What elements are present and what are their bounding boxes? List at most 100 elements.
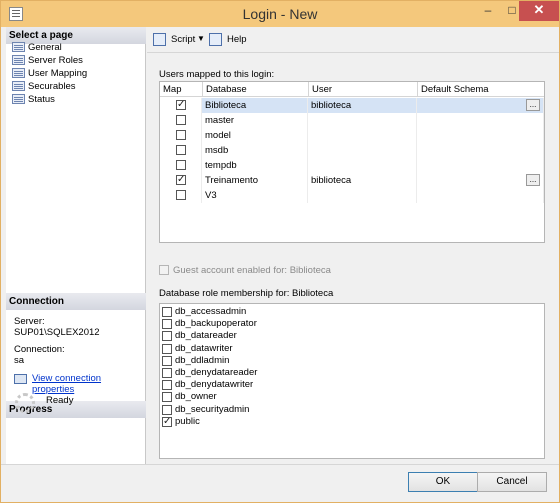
column-header-map: Map (163, 84, 182, 95)
role-label: db_denydatawriter (175, 379, 254, 391)
close-button[interactable]: ✕ (519, 1, 559, 21)
role-checkbox[interactable] (162, 404, 172, 415)
map-checkbox[interactable]: ✓ (176, 175, 186, 185)
role-membership-label: Database role membership for: Biblioteca (159, 288, 334, 299)
guest-account-label: Guest account enabled for: Biblioteca (173, 265, 331, 276)
role-label: db_backupoperator (175, 318, 257, 330)
page-icon (12, 42, 25, 52)
browse-schema-button[interactable]: ... (526, 174, 540, 186)
column-divider (308, 82, 309, 97)
column-header-default-schema: Default Schema (421, 84, 489, 95)
users-mapped-label: Users mapped to this login: (159, 69, 275, 80)
cancel-button[interactable]: Cancel (477, 472, 547, 492)
help-button[interactable]: Help (209, 32, 247, 48)
default-schema-cell[interactable] (417, 143, 544, 158)
role-checkbox[interactable] (162, 331, 172, 342)
user-cell[interactable] (308, 158, 417, 173)
script-label: Script (171, 34, 196, 45)
role-checkbox[interactable] (162, 368, 172, 378)
role-item[interactable]: db_securityadmin (162, 404, 249, 416)
role-item[interactable]: ✓ public (162, 416, 200, 428)
role-label: db_ddladmin (175, 354, 230, 366)
grid-header: Map Database User Default Schema (160, 82, 544, 97)
table-row[interactable]: ✓ Treinamento biblioteca... (160, 173, 544, 188)
map-cell (160, 113, 202, 128)
role-checkbox[interactable] (162, 343, 172, 354)
map-checkbox[interactable] (176, 130, 186, 140)
ok-button[interactable]: OK (408, 472, 478, 492)
role-checkbox[interactable] (162, 380, 172, 391)
default-schema-cell[interactable]: ... (417, 98, 544, 113)
table-row[interactable]: tempdb (160, 158, 544, 173)
table-row[interactable]: master (160, 113, 544, 128)
sidebar-item-securables[interactable]: Securables (10, 80, 76, 93)
table-row[interactable]: ✓ Biblioteca biblioteca... (160, 98, 544, 113)
map-checkbox[interactable] (176, 145, 186, 155)
browse-schema-button[interactable]: ... (526, 99, 540, 111)
role-checkbox[interactable]: ✓ (162, 416, 172, 427)
script-icon (153, 33, 166, 46)
map-checkbox[interactable] (176, 115, 186, 125)
title-bar: Login - New – □ ✕ (1, 1, 559, 27)
server-value: SUP01\SQLEX2012 (14, 327, 100, 338)
user-cell[interactable] (308, 188, 417, 203)
sidebar-item-server-roles[interactable]: Server Roles (10, 54, 83, 67)
role-membership-list: db_accessadmin db_backupoperator db_datare… (159, 303, 545, 459)
table-row[interactable]: model (160, 128, 544, 143)
database-cell: master (202, 113, 308, 128)
help-label: Help (227, 34, 247, 45)
guest-checkbox (159, 265, 169, 275)
role-checkbox[interactable] (162, 319, 172, 330)
user-cell[interactable] (308, 113, 417, 128)
role-checkbox[interactable] (162, 355, 172, 366)
table-row[interactable]: V3 (160, 188, 544, 203)
default-schema-cell[interactable]: ... (417, 173, 544, 188)
role-item[interactable]: db_datawriter (162, 343, 233, 355)
page-icon (12, 81, 25, 91)
map-checkbox[interactable] (176, 160, 186, 170)
sidebar-item-label: Server Roles (28, 55, 83, 66)
database-cell: model (202, 128, 308, 143)
role-checkbox[interactable] (162, 307, 172, 317)
map-checkbox[interactable] (176, 190, 186, 200)
role-label: db_owner (175, 391, 217, 403)
user-cell[interactable] (308, 128, 417, 143)
role-item[interactable]: db_owner (162, 391, 217, 403)
database-cell: tempdb (202, 158, 308, 173)
role-item[interactable]: db_backupoperator (162, 318, 257, 330)
user-cell[interactable]: biblioteca (308, 173, 417, 188)
default-schema-cell[interactable] (417, 158, 544, 173)
sidebar-item-label: User Mapping (28, 68, 88, 79)
role-checkbox[interactable] (162, 392, 172, 403)
role-item[interactable]: db_datareader (162, 330, 237, 342)
view-connection-properties-link[interactable]: View connection properties (14, 373, 145, 395)
sidebar-item-status[interactable]: Status (10, 93, 55, 106)
column-header-database: Database (206, 84, 247, 95)
role-item[interactable]: db_denydatareader (162, 367, 257, 379)
sidebar-item-general[interactable]: General (10, 41, 62, 54)
default-schema-cell[interactable] (417, 188, 544, 203)
link-label: View connection properties (32, 373, 102, 395)
map-cell: ✓ (160, 173, 202, 188)
sidebar-item-label: Status (28, 94, 55, 105)
user-cell[interactable] (308, 143, 417, 158)
role-item[interactable]: db_accessadmin (162, 306, 246, 318)
script-button[interactable]: Script (153, 32, 195, 48)
user-cell[interactable]: biblioteca (308, 98, 417, 113)
role-item[interactable]: db_denydatawriter (162, 379, 253, 391)
role-label: public (175, 415, 200, 427)
map-cell (160, 143, 202, 158)
properties-icon (14, 374, 27, 384)
default-schema-cell[interactable] (417, 128, 544, 143)
sidebar-item-user-mapping[interactable]: User Mapping (10, 67, 87, 80)
role-label: db_denydatareader (175, 367, 258, 378)
role-item[interactable]: db_ddladmin (162, 355, 229, 367)
role-label: db_datawriter (175, 342, 233, 354)
table-row[interactable]: msdb (160, 143, 544, 158)
role-label: db_securityadmin (175, 403, 250, 415)
chevron-down-icon[interactable]: ▼ (197, 34, 205, 43)
map-checkbox[interactable]: ✓ (176, 100, 186, 110)
default-schema-cell[interactable] (417, 113, 544, 128)
database-cell: msdb (202, 143, 308, 158)
login-dialog: Login - New – □ ✕ Select a page General … (0, 0, 560, 503)
